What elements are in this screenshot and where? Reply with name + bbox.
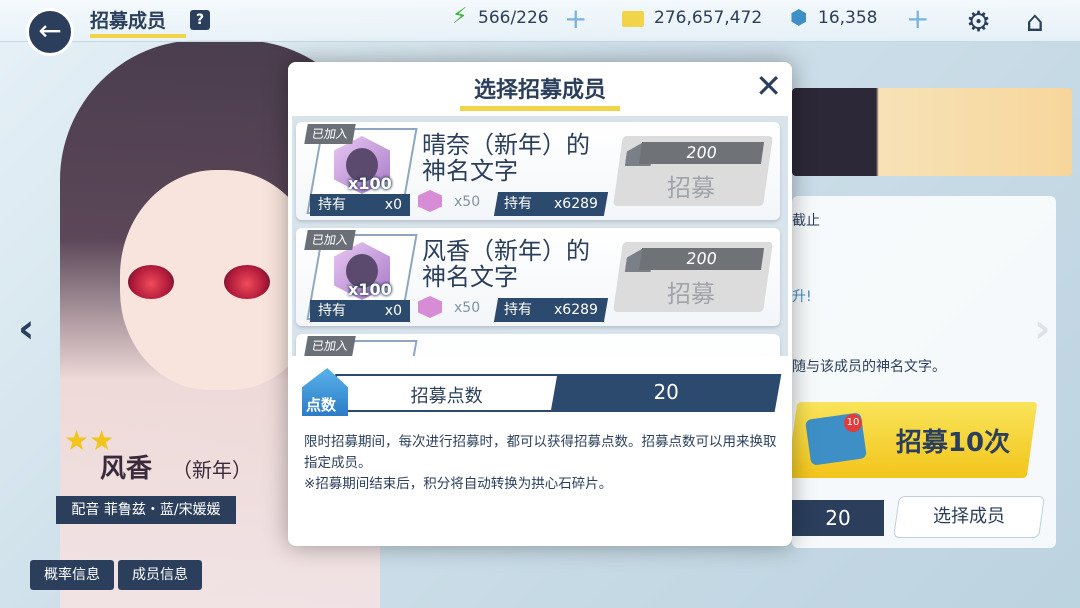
character-variant: （新年） <box>172 458 252 482</box>
select-member-dialog: 选择招募成员 ✕ 已加入 x100 持有 x0 晴奈（新年）的 神名文字 x50 持… <box>288 62 792 546</box>
title-underline <box>90 34 186 38</box>
eleph-owned: 持有 x6289 <box>493 192 609 216</box>
credit-icon <box>622 11 644 27</box>
points-value-display: 20 <box>792 500 884 536</box>
gem-icon: ⬢ <box>790 5 808 29</box>
joined-badge: 已加入 <box>304 230 356 250</box>
member-info-button[interactable]: 成员信息 <box>118 560 202 590</box>
add-stamina-button[interactable]: + <box>564 4 587 34</box>
eleph-cost: x50 <box>454 300 481 316</box>
chevron-left-icon[interactable]: ‹ <box>18 306 34 352</box>
member-item-name: 风香（新年）的 神名文字 <box>422 237 590 291</box>
deadline-text: 截止 <box>792 213 820 229</box>
gem-value: 16,358 <box>818 8 878 28</box>
dialog-title-underline <box>460 106 620 111</box>
eleph-icon <box>418 190 442 212</box>
home-icon[interactable]: ⌂ <box>1026 5 1044 38</box>
list-item[interactable]: 已加入 x100 持有 x0 晴奈（新年）的 神名文字 x50 持有 x6289 20… <box>296 122 780 220</box>
voice-actor: 配音 菲鲁兹・蓝/宋媛媛 <box>56 496 236 524</box>
recruit-button[interactable]: 200 招募 <box>613 136 773 206</box>
joined-badge: 已加入 <box>304 336 356 356</box>
owned-count: 持有 x0 <box>310 194 410 216</box>
list-item[interactable]: 已加入 x100 持有 x0 风香（新年）的 神名文字 x50 持有 x6289 20… <box>296 228 780 326</box>
joined-badge: 已加入 <box>304 124 356 144</box>
gear-icon[interactable]: ⚙ <box>966 5 991 38</box>
stamina-icon: ⚡ <box>452 4 468 29</box>
list-item[interactable]: 已加入 <box>296 334 780 356</box>
up-text: 升! <box>792 289 812 305</box>
eleph-cost: x50 <box>454 194 481 210</box>
recruit-button[interactable]: 200 招募 <box>613 242 773 312</box>
back-button[interactable]: ← <box>26 8 74 56</box>
dialog-description: 限时招募期间，每次进行招募时，都可以获得招募点数。招募点数可以用来换取指定成员。… <box>304 434 777 492</box>
credit-value: 276,657,472 <box>654 8 763 28</box>
item-quantity: x100 <box>348 174 392 193</box>
recruit-label: 招募 <box>666 280 715 308</box>
dialog-title: 选择招募成员 <box>473 78 606 103</box>
add-gem-button[interactable]: + <box>906 4 929 34</box>
member-item-name: 晴奈（新年）的 神名文字 <box>422 131 590 185</box>
page-title: 招募成员 <box>90 10 167 32</box>
character-name: 风香 <box>100 454 153 484</box>
help-button[interactable]: ? <box>190 10 210 30</box>
item-quantity: x100 <box>348 280 392 299</box>
recruit-points-value-box: 20 <box>550 374 782 412</box>
recruit-points-row: 招募点数 20 点数 <box>302 368 782 416</box>
event-banner[interactable] <box>792 88 1072 176</box>
recruit-points-label-box: 招募点数 <box>328 374 562 412</box>
note-text: 随与该成员的神名文字。 <box>792 359 946 375</box>
owned-count: 持有 x0 <box>310 300 410 322</box>
rate-info-button[interactable]: 概率信息 <box>30 560 114 590</box>
points-cost: 200 <box>638 248 765 270</box>
character-eye <box>128 265 174 299</box>
character-eye <box>224 265 270 299</box>
points-cost: 200 <box>638 142 765 164</box>
eleph-icon <box>418 296 442 318</box>
member-list[interactable]: 已加入 x100 持有 x0 晴奈（新年）的 神名文字 x50 持有 x6289 20… <box>292 116 788 356</box>
close-icon[interactable]: ✕ <box>755 68 782 104</box>
recruit-10-label: 招募10次 <box>895 428 1011 458</box>
recruit-label: 招募 <box>666 174 715 202</box>
ticket-count-badge: 10 <box>844 414 862 432</box>
stamina-value: 566/226 <box>478 8 549 28</box>
eleph-owned: 持有 x6289 <box>493 298 609 322</box>
select-member-button[interactable]: 选择成员 <box>893 496 1045 538</box>
